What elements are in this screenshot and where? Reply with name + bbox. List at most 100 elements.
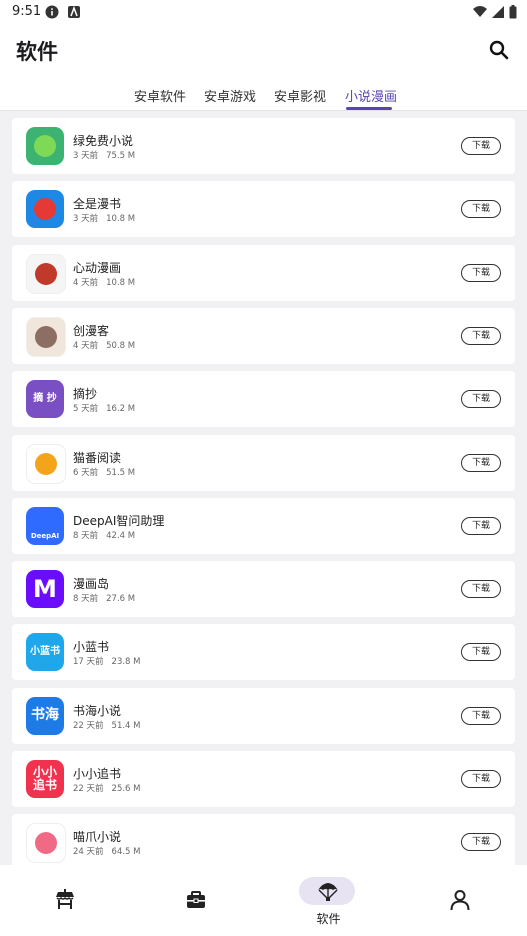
- app-list-item[interactable]: 绿免费小说 3 天前 75.5 M 下载: [12, 118, 515, 174]
- app-name: 心动漫画: [73, 260, 122, 275]
- raccoon-mascot-icon: [26, 316, 66, 357]
- nav-item-profile[interactable]: [395, 865, 526, 936]
- wifi-icon: [473, 6, 487, 17]
- app-icon-shape: [34, 135, 56, 157]
- app-meta: 5 天前 16.2 M: [73, 402, 143, 414]
- app-meta: 24 天前 64.5 M: [73, 845, 149, 857]
- status-bar: 9:51: [0, 0, 527, 24]
- app-size: 23.8 M: [111, 657, 141, 668]
- app-updated-age: 24 天前: [73, 847, 104, 858]
- app-size: 51.5 M: [106, 467, 136, 478]
- app-list-item[interactable]: 创漫客 4 天前 50.8 M 下载: [12, 307, 515, 364]
- app-notification-icon: [68, 5, 80, 18]
- app-meta: 6 天前 51.5 M: [73, 466, 143, 478]
- app-list-item[interactable]: M 漫画岛 8 天前 27.6 M 下载: [12, 561, 515, 618]
- app-icon-shape: [34, 198, 56, 221]
- app-list-item[interactable]: 喵爪小说 24 天前 64.5 M 下载: [12, 814, 515, 871]
- status-notification-icons: [45, 5, 81, 19]
- app-name: 漫画岛: [73, 577, 110, 592]
- nav-item-software[interactable]: 软件: [263, 865, 394, 936]
- app-name: 创漫客: [73, 323, 110, 338]
- app-name: DeepAI智问助理: [73, 513, 165, 528]
- app-updated-age: 5 天前: [73, 404, 99, 415]
- status-system-icons: [473, 5, 517, 19]
- app-name: 绿免费小说: [73, 134, 134, 148]
- app-list-item[interactable]: 书海 书海小说 22 天前 51.4 M 下载: [12, 687, 515, 744]
- download-button[interactable]: 下载: [461, 833, 501, 852]
- app-list-item[interactable]: 心动漫画 4 天前 10.8 M 下载: [12, 244, 515, 301]
- nav-item-stall[interactable]: [0, 865, 131, 936]
- app-meta: 22 天前 25.6 M: [73, 782, 149, 794]
- zhaichao-text-icon: 摘 抄: [26, 380, 64, 419]
- app-size: 64.5 M: [111, 847, 141, 858]
- parachute-icon: [318, 883, 338, 901]
- app-icon-glyph: 摘 抄: [33, 392, 57, 404]
- app-name: 全是漫书: [73, 197, 122, 212]
- app-list-item[interactable]: 摘 抄 摘抄 5 天前 16.2 M 下载: [12, 371, 515, 428]
- download-button[interactable]: 下载: [461, 453, 501, 472]
- stall-icon: [56, 889, 74, 909]
- app-list-item[interactable]: 小小追书 小小追书 22 天前 25.6 M 下载: [12, 751, 515, 807]
- download-button[interactable]: 下载: [461, 770, 501, 788]
- app-size: 27.6 M: [106, 594, 136, 605]
- app-updated-age: 4 天前: [73, 277, 99, 288]
- app-size: 25.6 M: [111, 784, 141, 794]
- download-button[interactable]: 下载: [461, 326, 501, 345]
- app-updated-age: 6 天前: [73, 467, 99, 478]
- letter-m-icon: M: [26, 570, 64, 609]
- tab-novels-comics[interactable]: 小说漫画: [345, 86, 397, 105]
- app-name: 摘抄: [73, 387, 98, 402]
- app-list-item[interactable]: 全是漫书 3 天前 10.8 M 下载: [12, 181, 515, 238]
- download-button[interactable]: 下载: [461, 390, 501, 409]
- app-list-item[interactable]: DeepAI DeepAI智问助理 8 天前 42.4 M 下载: [12, 497, 515, 554]
- app-icon-shape: [35, 452, 57, 475]
- app-name: 小小追书: [73, 767, 122, 781]
- app-icon-glyph: M: [33, 574, 57, 603]
- app-size: 50.8 M: [106, 340, 136, 351]
- app-updated-age: 22 天前: [73, 720, 104, 731]
- cat-reader-icon: [26, 443, 66, 484]
- app-icon-glyph: 书海: [31, 707, 59, 724]
- app-updated-age: 3 天前: [73, 214, 99, 225]
- green-book-mascot-icon: [26, 127, 64, 165]
- battery-icon: [509, 5, 517, 19]
- download-button[interactable]: 下载: [461, 263, 501, 282]
- app-meta: 17 天前 23.8 M: [73, 655, 149, 667]
- info-icon: [45, 5, 59, 19]
- app-list-item[interactable]: 猫番阅读 6 天前 51.5 M 下载: [12, 434, 515, 491]
- app-meta: 22 天前 51.4 M: [73, 719, 149, 731]
- app-icon-shape: [35, 325, 57, 348]
- active-tab-indicator: [346, 107, 392, 110]
- search-icon[interactable]: [487, 38, 511, 62]
- app-size: 42.4 M: [106, 530, 136, 541]
- app-meta: 4 天前 10.8 M: [73, 276, 143, 288]
- download-button[interactable]: 下载: [461, 706, 501, 725]
- manga-character-icon: [26, 253, 66, 294]
- person-icon: [450, 890, 470, 911]
- app-updated-age: 4 天前: [73, 340, 99, 351]
- shuhai-text-icon: 书海: [26, 696, 64, 735]
- nav-item-toolbox[interactable]: [131, 865, 262, 936]
- download-button[interactable]: 下载: [461, 516, 501, 535]
- app-list-item[interactable]: 小蓝书 小蓝书 17 天前 23.8 M 下载: [12, 624, 515, 681]
- app-name: 小蓝书: [73, 640, 110, 655]
- app-name: 喵爪小说: [73, 830, 122, 845]
- tab-android-games[interactable]: 安卓游戏: [204, 86, 256, 105]
- app-meta: 8 天前 27.6 M: [73, 592, 143, 604]
- app-size: 10.8 M: [106, 214, 136, 225]
- tab-android-software[interactable]: 安卓软件: [134, 86, 186, 105]
- app-size: 16.2 M: [106, 404, 136, 415]
- app-icon-glyph: DeepAI: [30, 532, 60, 541]
- app-meta: 3 天前 10.8 M: [73, 212, 143, 224]
- download-button[interactable]: 下载: [461, 200, 501, 219]
- download-button[interactable]: 下载: [461, 580, 501, 599]
- download-button[interactable]: 下载: [461, 643, 501, 662]
- app-updated-age: 17 天前: [73, 657, 104, 668]
- app-bar: 软件: [0, 24, 527, 76]
- xiaoxiao-text-icon: 小小追书: [26, 760, 64, 798]
- page-title: 软件: [16, 40, 58, 64]
- download-button[interactable]: 下载: [461, 137, 501, 155]
- bottom-nav: 软件: [0, 865, 527, 936]
- tab-android-video[interactable]: 安卓影视: [274, 86, 326, 105]
- app-meta: 3 天前 75.5 M: [73, 149, 143, 161]
